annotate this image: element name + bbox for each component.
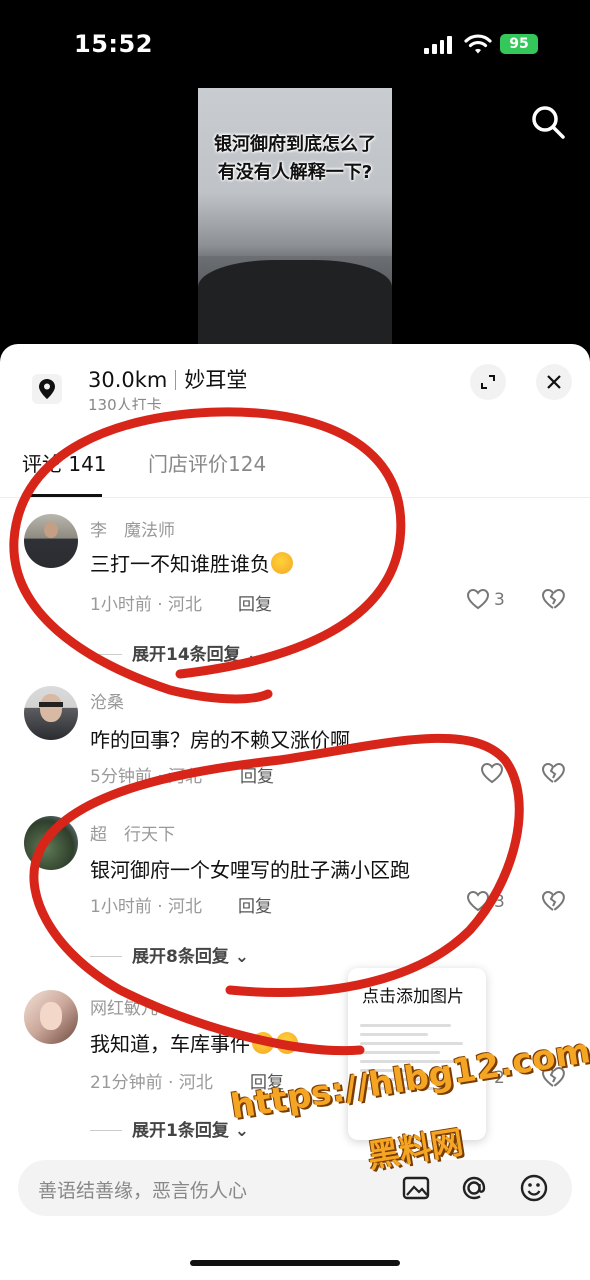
location-name: 妙耳堂 <box>184 368 248 392</box>
tab-comments[interactable]: 评论 141 <box>22 448 107 477</box>
heart-icon[interactable] <box>466 890 490 912</box>
tab-underline <box>22 494 102 497</box>
expand-label: 展开14条回复 <box>132 645 241 665</box>
video-dashboard <box>198 260 392 350</box>
comment-meta: 21分钟前 · 河北 <box>90 1073 213 1093</box>
like-count: 3 <box>494 892 505 912</box>
video-thumbnail[interactable]: 银河御府到底怎么了 有没有人解释一下? <box>198 88 392 350</box>
status-time: 15:52 <box>74 30 153 58</box>
comment-text: 三打一不知谁胜谁负 <box>90 548 293 577</box>
comment-body: 我知道，车库事件 <box>90 1032 250 1056</box>
comment-meta: 5分钟前 · 河北 <box>90 767 203 787</box>
expand-replies[interactable]: 展开8条回复 ⌄ <box>90 942 249 967</box>
laughing-emoji-icon <box>276 1032 298 1054</box>
avatar[interactable] <box>24 514 78 568</box>
location-title[interactable]: 30.0km 妙耳堂 <box>88 364 247 394</box>
broken-heart-icon[interactable] <box>541 1066 565 1088</box>
reply-button[interactable]: 回复 <box>240 762 274 787</box>
reply-button[interactable]: 回复 <box>238 892 272 917</box>
chevron-down-icon: ⌄ <box>246 645 261 665</box>
video-caption-2: 有没有人解释一下? <box>217 162 373 183</box>
close-button[interactable] <box>536 364 572 400</box>
video-caption-1: 银河御府到底怎么了 <box>214 134 376 155</box>
screen: 15:52 95 银河御府到底怎么了 有没有人解释一下? 30.0km 妙耳堂 … <box>0 0 590 1280</box>
add-image-title: 点击添加图片 <box>362 987 464 1007</box>
chevron-down-icon: ⌄ <box>234 1121 250 1141</box>
close-icon <box>547 375 561 389</box>
comment-input-bar[interactable]: 善语结善缘，恶言伤人心 <box>18 1160 572 1216</box>
image-preview-thumbnail <box>360 1018 474 1128</box>
location-pin-icon <box>32 374 62 404</box>
comment-username[interactable]: 沧桑 <box>90 688 124 713</box>
wifi-icon <box>464 34 492 54</box>
mention-icon[interactable] <box>458 1172 490 1204</box>
broken-heart-icon[interactable] <box>541 762 565 784</box>
divider <box>90 956 122 957</box>
broken-heart-icon[interactable] <box>541 588 565 610</box>
comment-meta: 1小时前 · 河北 <box>90 595 203 615</box>
signal-icon <box>424 36 452 54</box>
divider <box>90 1130 122 1131</box>
comment-username[interactable]: 超 行天下 <box>90 820 175 845</box>
comment-body: 三打一不知谁胜谁负 <box>90 552 270 576</box>
search-icon[interactable] <box>530 104 566 140</box>
tab-store-reviews[interactable]: 门店评价124 <box>148 448 266 477</box>
username-text: 超 行天下 <box>90 825 175 845</box>
comment-body: 银河御府一个女哩写的肚子满小区跑 <box>90 858 410 882</box>
image-icon[interactable] <box>400 1172 432 1204</box>
reply-button[interactable]: 回复 <box>238 590 272 615</box>
fullscreen-button[interactable] <box>470 364 506 400</box>
comment-body: 咋的回事？房的不赖又涨价啊 <box>90 728 350 752</box>
divider <box>90 654 122 655</box>
expand-replies[interactable]: 展开1条回复 ⌄ <box>90 1116 249 1141</box>
comment-meta: 1小时前 · 河北 <box>90 897 203 917</box>
comment-username[interactable]: 李 魔法师 <box>90 516 175 541</box>
add-image-popup[interactable]: 点击添加图片 <box>348 968 486 1140</box>
thumbs-up-emoji-icon <box>271 552 293 574</box>
location-checkins: 130人打卡 <box>88 396 162 410</box>
comment-input[interactable]: 善语结善缘，恶言伤人心 <box>38 1176 247 1203</box>
expand-replies[interactable]: 展开14条回复 ⌄ <box>90 640 261 665</box>
broken-heart-icon[interactable] <box>541 890 565 912</box>
expand-label: 展开8条回复 <box>132 947 229 967</box>
comment-username[interactable]: 网红敏儿 <box>90 994 158 1019</box>
home-indicator <box>190 1260 400 1266</box>
battery-icon: 95 <box>500 34 538 54</box>
avatar[interactable] <box>24 990 78 1044</box>
avatar[interactable] <box>24 816 78 870</box>
status-bar: 15:52 95 <box>0 0 590 88</box>
divider <box>175 370 177 390</box>
tab-bar: 评论 141 门店评价124 <box>0 440 590 498</box>
reply-button[interactable]: 回复 <box>250 1068 284 1093</box>
location-distance: 30.0km <box>88 368 168 392</box>
heart-icon[interactable] <box>480 762 504 784</box>
avatar[interactable] <box>24 686 78 740</box>
laughing-emoji-icon <box>252 1032 274 1054</box>
like-count: 3 <box>494 590 505 610</box>
heart-icon[interactable] <box>466 588 490 610</box>
emoji-icon[interactable] <box>518 1172 550 1204</box>
expand-label: 展开1条回复 <box>132 1121 229 1141</box>
battery-level: 95 <box>509 36 529 52</box>
expand-icon <box>481 375 495 389</box>
comment-sheet: 30.0km 妙耳堂 130人打卡 评论 141 门店评价124 李 魔法师 三打… <box>0 344 590 1280</box>
like-count: 2 <box>494 1068 505 1088</box>
comment-text: 我知道，车库事件 <box>90 1028 298 1057</box>
chevron-down-icon: ⌄ <box>234 947 250 967</box>
